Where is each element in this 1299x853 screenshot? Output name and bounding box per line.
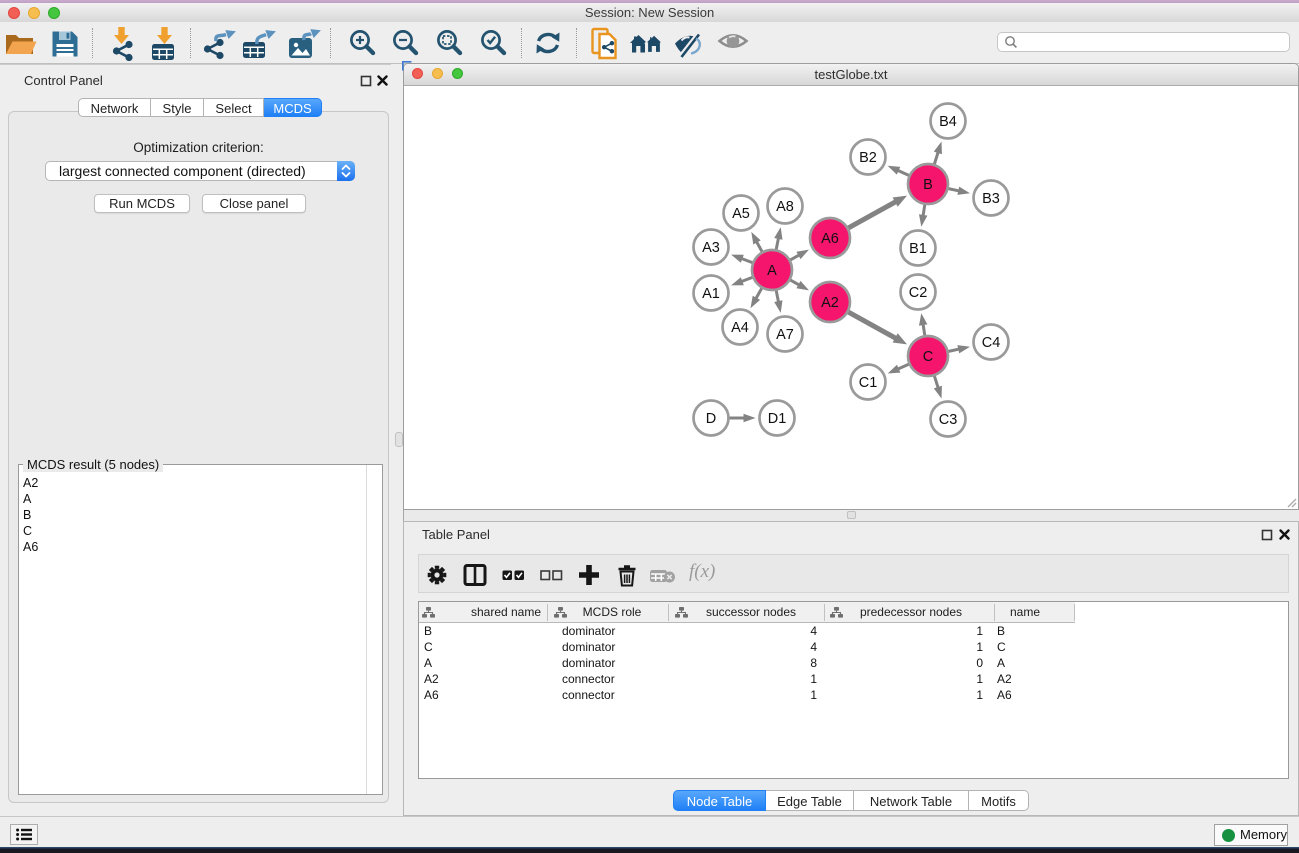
svg-text:B1: B1	[909, 241, 927, 257]
svg-text:A8: A8	[776, 199, 794, 215]
svg-text:A7: A7	[776, 327, 794, 343]
svg-text:A5: A5	[732, 206, 750, 222]
svg-text:B4: B4	[939, 114, 957, 130]
svg-text:C1: C1	[859, 375, 878, 391]
svg-text:D1: D1	[768, 411, 787, 427]
svg-text:C: C	[923, 349, 933, 365]
svg-text:B2: B2	[859, 150, 877, 166]
svg-text:B: B	[923, 177, 933, 193]
svg-text:A6: A6	[821, 231, 839, 247]
svg-text:B3: B3	[982, 191, 1000, 207]
svg-text:A2: A2	[821, 295, 839, 311]
svg-text:A1: A1	[702, 286, 720, 302]
svg-text:A3: A3	[702, 240, 720, 256]
svg-text:C4: C4	[982, 335, 1001, 351]
svg-text:C3: C3	[939, 412, 958, 428]
svg-text:D: D	[706, 411, 716, 427]
svg-text:C2: C2	[909, 285, 928, 301]
svg-text:A: A	[767, 263, 777, 279]
svg-text:A4: A4	[731, 320, 749, 336]
